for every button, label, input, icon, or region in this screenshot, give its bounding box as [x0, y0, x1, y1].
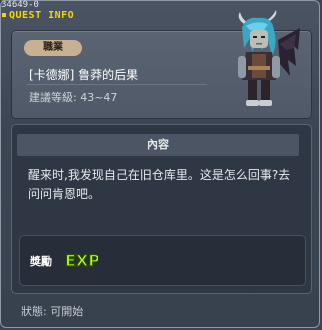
exp-icon: EXP	[64, 250, 98, 270]
job-badge: 職業	[24, 40, 82, 56]
content-header: 內容	[17, 134, 299, 156]
window-title: QUEST INFO	[9, 10, 75, 21]
recommended-level: 建議等級: 43~47	[29, 91, 118, 104]
exp-icon-text: EXP	[65, 251, 98, 270]
npc-avatar	[238, 10, 300, 106]
summary-divider	[27, 84, 207, 85]
quest-status: 狀態: 可開始	[21, 305, 84, 318]
reward-label: 獎勵	[30, 255, 52, 268]
reward-box	[19, 235, 306, 286]
quest-description: 醒来时,我发现自己在旧仓库里。这是怎么回事?去问问肯恩吧。	[28, 168, 291, 201]
title-bullet-icon	[2, 13, 6, 17]
quest-id: 34649-0	[1, 0, 39, 10]
quest-name: [卡德娜] 鲁莽的后果	[29, 68, 139, 82]
